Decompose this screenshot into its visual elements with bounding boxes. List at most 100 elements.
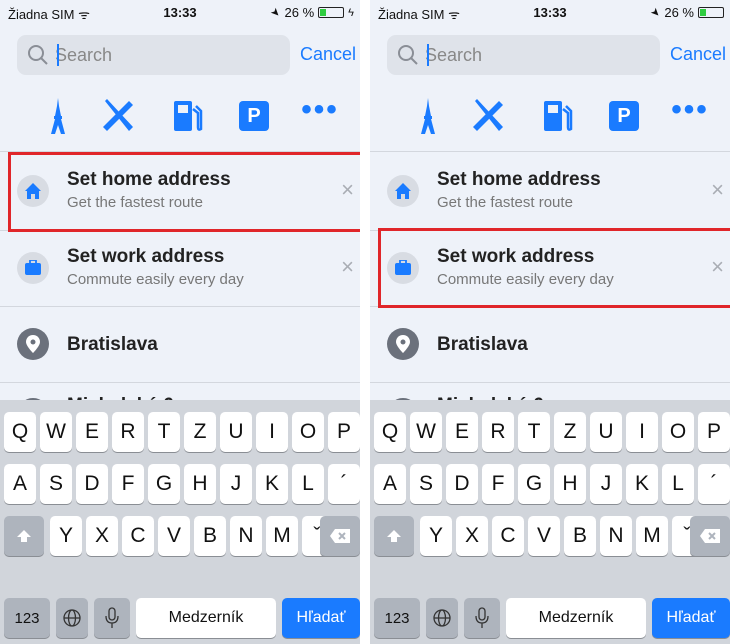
numbers-key[interactable]: 123 (4, 598, 50, 638)
key-c[interactable]: C (122, 516, 154, 556)
search-key[interactable]: Hľadať (652, 598, 730, 638)
location-pin-icon (17, 328, 49, 360)
key-k[interactable]: K (256, 464, 288, 504)
key-h[interactable]: H (184, 464, 216, 504)
history-row-bratislava[interactable]: Bratislava (370, 306, 730, 382)
key-e[interactable]: E (76, 412, 108, 452)
key-m[interactable]: M (636, 516, 668, 556)
key-n[interactable]: N (230, 516, 262, 556)
key-s[interactable]: S (410, 464, 442, 504)
key-a[interactable]: A (4, 464, 36, 504)
key-d[interactable]: D (76, 464, 108, 504)
key-f[interactable]: F (112, 464, 144, 504)
key-y[interactable]: Y (50, 516, 82, 556)
key-g[interactable]: G (148, 464, 180, 504)
location-arrow-icon: ➤ (647, 5, 663, 21)
history-row-bratislava[interactable]: Bratislava (0, 306, 360, 382)
key-l[interactable]: L (292, 464, 324, 504)
parking-icon[interactable]: P (604, 94, 644, 138)
key-o[interactable]: O (292, 412, 324, 452)
work-subtitle: Commute easily every day (437, 271, 614, 288)
key-r[interactable]: R (112, 412, 144, 452)
parking-icon[interactable]: P (234, 94, 274, 138)
work-address-row[interactable]: Set work address Commute easily every da… (0, 230, 360, 306)
key-r[interactable]: R (482, 412, 514, 452)
space-key[interactable]: Medzerník (136, 598, 276, 638)
key-e[interactable]: E (446, 412, 478, 452)
key-l[interactable]: L (662, 464, 694, 504)
key-t[interactable]: T (518, 412, 550, 452)
key-c[interactable]: C (492, 516, 524, 556)
microphone-key[interactable] (94, 598, 130, 638)
key-j[interactable]: J (220, 464, 252, 504)
key-p[interactable]: P (698, 412, 730, 452)
globe-key[interactable] (56, 598, 88, 638)
sights-tower-icon[interactable] (408, 94, 448, 138)
key-o[interactable]: O (662, 412, 694, 452)
search-input[interactable] (55, 43, 275, 67)
key-y[interactable]: Y (420, 516, 452, 556)
close-icon[interactable]: × (711, 177, 724, 203)
status-right: ➤ 26 % (647, 5, 724, 21)
location-pin-icon (387, 328, 419, 360)
restaurant-icon[interactable] (468, 94, 508, 138)
key-q[interactable]: Q (374, 412, 406, 452)
key-n[interactable]: N (600, 516, 632, 556)
restaurant-icon[interactable] (98, 94, 138, 138)
key-p[interactable]: P (328, 412, 360, 452)
key-b[interactable]: B (564, 516, 596, 556)
key-j[interactable]: J (590, 464, 622, 504)
key-k[interactable]: K (626, 464, 658, 504)
key-i[interactable]: I (626, 412, 658, 452)
close-icon[interactable]: × (341, 177, 354, 203)
key-w[interactable]: W (40, 412, 72, 452)
more-icon[interactable]: ••• (300, 93, 340, 138)
sights-tower-icon[interactable] (38, 94, 78, 138)
home-address-row[interactable]: Set home address Get the fastest route × (370, 153, 730, 229)
numbers-key[interactable]: 123 (374, 598, 420, 638)
key-s[interactable]: S (40, 464, 72, 504)
key-d[interactable]: D (446, 464, 478, 504)
key-v[interactable]: V (158, 516, 190, 556)
microphone-key[interactable] (464, 598, 500, 638)
globe-key[interactable] (426, 598, 458, 638)
key-acute[interactable]: ´ (698, 464, 730, 504)
key-acute[interactable]: ´ (328, 464, 360, 504)
key-b[interactable]: B (194, 516, 226, 556)
key-g[interactable]: G (518, 464, 550, 504)
key-z[interactable]: Z (184, 412, 216, 452)
search-field[interactable] (17, 35, 290, 75)
close-icon[interactable]: × (341, 254, 354, 280)
key-f[interactable]: F (482, 464, 514, 504)
key-w[interactable]: W (410, 412, 442, 452)
key-x[interactable]: X (456, 516, 488, 556)
key-q[interactable]: Q (4, 412, 36, 452)
key-x[interactable]: X (86, 516, 118, 556)
key-u[interactable]: U (220, 412, 252, 452)
close-icon[interactable]: × (711, 254, 724, 280)
key-h[interactable]: H (554, 464, 586, 504)
search-input[interactable] (425, 43, 645, 67)
shift-key[interactable] (4, 516, 44, 556)
home-address-row[interactable]: Set home address Get the fastest route × (0, 153, 360, 229)
shift-key[interactable] (374, 516, 414, 556)
fuel-icon[interactable] (168, 94, 208, 138)
work-address-row[interactable]: Set work address Commute easily every da… (370, 230, 730, 306)
cancel-button[interactable]: Cancel (670, 44, 726, 65)
more-icon[interactable]: ••• (670, 93, 710, 138)
cancel-button[interactable]: Cancel (300, 44, 356, 65)
key-i[interactable]: I (256, 412, 288, 452)
search-key[interactable]: Hľadať (282, 598, 360, 638)
key-v[interactable]: V (528, 516, 560, 556)
key-u[interactable]: U (590, 412, 622, 452)
search-field[interactable] (387, 35, 660, 75)
key-a[interactable]: A (374, 464, 406, 504)
backspace-key[interactable] (320, 516, 360, 556)
battery-icon (698, 7, 724, 18)
space-key[interactable]: Medzerník (506, 598, 646, 638)
fuel-icon[interactable] (538, 94, 578, 138)
key-z[interactable]: Z (554, 412, 586, 452)
backspace-key[interactable] (690, 516, 730, 556)
key-t[interactable]: T (148, 412, 180, 452)
key-m[interactable]: M (266, 516, 298, 556)
